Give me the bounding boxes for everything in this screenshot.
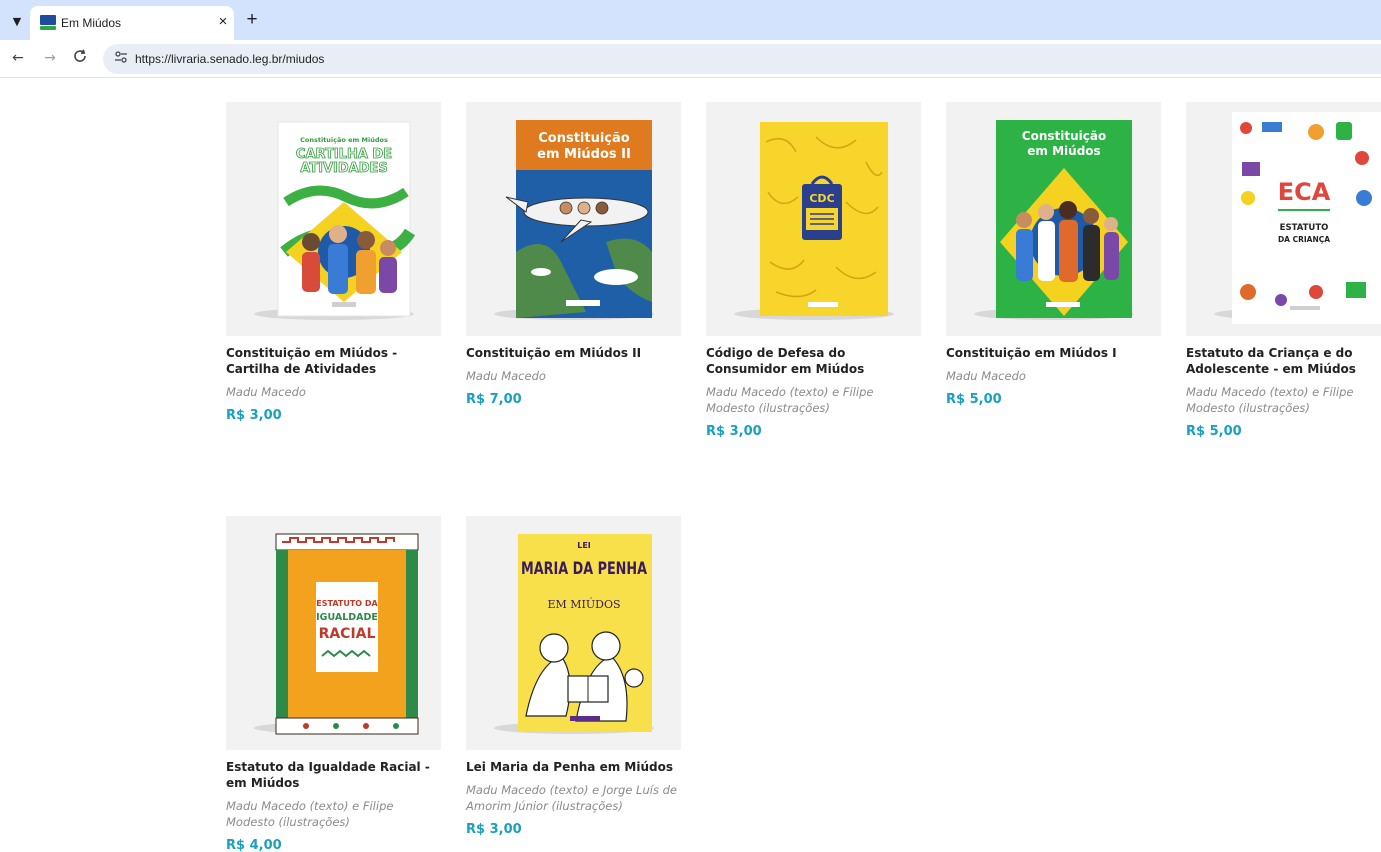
product-cover-image[interactable]: Constituição em Miúdos CARTILHA DE ATIVI… bbox=[226, 102, 441, 336]
product-author: Madu Macedo bbox=[466, 369, 546, 383]
product-author: Madu Macedo (texto) e Filipe Modesto (il… bbox=[706, 385, 874, 415]
browser-toolbar: ← → https://livraria.senado.leg.br/miudo… bbox=[0, 40, 1381, 78]
product-card[interactable]: Constituição em Miúdos Constituição em M… bbox=[946, 102, 1162, 407]
product-price: R$ 5,00 bbox=[1186, 424, 1242, 439]
url-text: https://livraria.senado.leg.br/miudos bbox=[135, 52, 325, 66]
site-favicon-icon bbox=[40, 15, 56, 30]
cover-line2: ATIVIDADES bbox=[300, 161, 388, 176]
cover-line3: DA CRIANÇA bbox=[1278, 235, 1330, 244]
cover-line2: IGUALDADE bbox=[316, 612, 378, 623]
reload-icon bbox=[74, 49, 86, 62]
reload-button[interactable] bbox=[70, 48, 90, 68]
cover-line2: em Miúdos bbox=[1027, 144, 1100, 158]
product-price: R$ 5,00 bbox=[946, 392, 1002, 407]
tab-title: Em Miúdos bbox=[61, 16, 122, 30]
cover-top-label: Constituição em Miúdos bbox=[300, 136, 388, 144]
cover-line3: RACIAL bbox=[319, 626, 376, 642]
cover-line1: ESTATUTO DA bbox=[316, 599, 378, 608]
product-cover-image[interactable]: LEI MARIA DA PENHA EM MIÚDOS bbox=[466, 516, 681, 750]
tab-close-icon[interactable]: × bbox=[214, 13, 232, 31]
product-author: Madu Macedo bbox=[946, 369, 1026, 383]
cover-top-label: LEI bbox=[577, 541, 591, 550]
product-author: Madu Macedo (texto) e Filipe Modesto (il… bbox=[226, 799, 394, 829]
tab-search-chevron-icon[interactable]: ▼ bbox=[6, 10, 28, 32]
product-card[interactable]: ESTATUTO DA IGUALDADE RACIAL Estatuto da… bbox=[226, 516, 442, 852]
product-price: R$ 3,00 bbox=[706, 424, 762, 439]
cover-line1: CDC bbox=[809, 192, 834, 205]
product-price: R$ 3,00 bbox=[466, 822, 522, 837]
product-title[interactable]: Constituição em Miúdos II bbox=[466, 345, 682, 361]
product-title[interactable]: Estatuto da Igualdade Racial - em Miúdos bbox=[226, 759, 442, 791]
product-title[interactable]: Estatuto da Criança e do Adolescente - e… bbox=[1186, 345, 1381, 377]
cover-line1: Constituição bbox=[538, 131, 630, 146]
cover-line1: MARIA DA PENHA bbox=[521, 559, 648, 579]
product-price: R$ 7,00 bbox=[466, 392, 522, 407]
cover-line2: em Miúdos II bbox=[537, 147, 631, 162]
product-author: Madu Macedo (texto) e Filipe Modesto (il… bbox=[1186, 385, 1354, 415]
product-card[interactable]: LEI MARIA DA PENHA EM MIÚDOS Lei Maria d… bbox=[466, 516, 682, 837]
forward-button[interactable]: → bbox=[40, 48, 60, 68]
product-cover-image[interactable]: Constituição em Miúdos bbox=[946, 102, 1161, 336]
product-cover-image[interactable]: ECA ESTATUTO DA CRIANÇA bbox=[1186, 102, 1381, 336]
site-settings-icon[interactable] bbox=[112, 50, 130, 68]
product-title[interactable]: Constituição em Miúdos I bbox=[946, 345, 1162, 361]
product-price: R$ 4,00 bbox=[226, 838, 282, 852]
product-title[interactable]: Lei Maria da Penha em Miúdos bbox=[466, 759, 682, 775]
product-author: Madu Macedo bbox=[226, 385, 306, 399]
cover-line1: ECA bbox=[1278, 178, 1331, 206]
cover-line1: CARTILHA DE bbox=[296, 147, 392, 162]
product-card[interactable]: ECA ESTATUTO DA CRIANÇA Estatuto da Cria… bbox=[1186, 102, 1381, 439]
product-card[interactable]: Constituição em Miúdos II Constituição e… bbox=[466, 102, 682, 407]
product-card[interactable]: Constituição em Miúdos CARTILHA DE ATIVI… bbox=[226, 102, 442, 423]
address-bar[interactable]: https://livraria.senado.leg.br/miudos bbox=[103, 44, 1381, 74]
product-cover-image[interactable]: Constituição em Miúdos II bbox=[466, 102, 681, 336]
cover-line2: ESTATUTO bbox=[1280, 223, 1329, 233]
product-author: Madu Macedo (texto) e Jorge Luís de Amor… bbox=[466, 783, 677, 813]
product-title[interactable]: Código de Defesa do Consumidor em Miúdos bbox=[706, 345, 922, 377]
product-cover-image[interactable]: CDC bbox=[706, 102, 921, 336]
back-button[interactable]: ← bbox=[8, 48, 28, 68]
cover-line2: EM MIÚDOS bbox=[547, 597, 620, 611]
product-card[interactable]: CDC Código de Defesa do Consumidor em Mi… bbox=[706, 102, 922, 439]
product-cover-image[interactable]: ESTATUTO DA IGUALDADE RACIAL bbox=[226, 516, 441, 750]
product-title[interactable]: Constituição em Miúdos - Cartilha de Ati… bbox=[226, 345, 442, 377]
cover-line1: Constituição bbox=[1022, 129, 1106, 143]
new-tab-button[interactable]: + bbox=[242, 10, 262, 30]
active-tab[interactable]: Em Miúdos × bbox=[30, 6, 234, 40]
tab-strip: ▼ Em Miúdos × + bbox=[0, 0, 1381, 40]
product-price: R$ 3,00 bbox=[226, 408, 282, 423]
